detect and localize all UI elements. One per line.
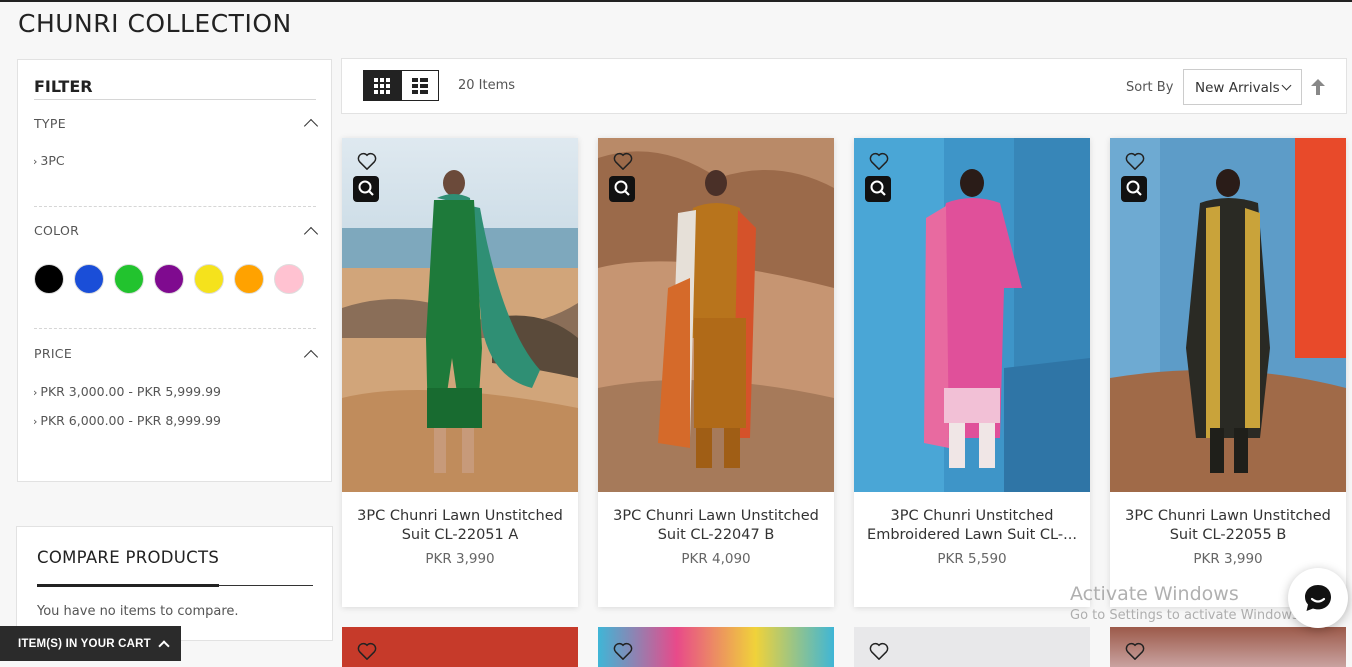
quick-view-icon[interactable] xyxy=(608,175,636,203)
heart-icon[interactable] xyxy=(613,152,633,170)
cart-bar[interactable]: ITEM(S) IN YOUR CART xyxy=(0,626,181,661)
product-card[interactable] xyxy=(342,627,578,667)
quick-view-icon[interactable] xyxy=(864,175,892,203)
chat-button[interactable] xyxy=(1288,568,1348,628)
product-name[interactable]: 3PC Chunri Unstitched Embroidered Lawn S… xyxy=(866,507,1078,545)
filter-option-label: 3PC xyxy=(40,153,65,168)
swatch-pink[interactable] xyxy=(274,264,304,294)
os-watermark-title: Activate Windows xyxy=(1070,583,1239,605)
heart-icon[interactable] xyxy=(1125,152,1145,170)
product-name[interactable]: 3PC Chunri Lawn Unstitched Suit CL-22047… xyxy=(610,507,822,545)
chevron-up-icon xyxy=(158,639,170,652)
product-name-line: 3PC Chunri Lawn Unstitched xyxy=(357,508,563,524)
heart-icon[interactable] xyxy=(869,642,889,660)
items-count: 20 Items xyxy=(458,78,516,93)
product-card[interactable] xyxy=(1110,627,1346,667)
product-name[interactable]: 3PC Chunri Lawn Unstitched Suit CL-22055… xyxy=(1122,507,1334,545)
heart-icon[interactable] xyxy=(357,642,377,660)
grid-view-button[interactable] xyxy=(363,70,401,101)
product-card[interactable]: 3PC Chunri Unstitched Embroidered Lawn S… xyxy=(854,138,1090,607)
product-card[interactable]: 3PC Chunri Lawn Unstitched Suit CL-22051… xyxy=(342,138,578,607)
list-view-button[interactable] xyxy=(401,70,439,101)
product-price: PKR 3,990 xyxy=(1193,551,1263,567)
heart-icon[interactable] xyxy=(613,642,633,660)
chevron-right-icon: › xyxy=(33,415,38,428)
cart-label: ITEM(S) IN YOUR CART xyxy=(18,637,151,650)
sort-by-label: Sort By xyxy=(1126,80,1174,95)
top-border xyxy=(0,0,1352,2)
page-title: CHUNRI COLLECTION xyxy=(18,9,292,38)
divider xyxy=(34,206,316,207)
toolbar: 20 Items Sort By New Arrivals xyxy=(341,58,1347,114)
quick-view-icon[interactable] xyxy=(1120,175,1148,203)
product-name-line: 3PC Chunri Lawn Unstitched xyxy=(1125,508,1331,524)
grid-icon xyxy=(374,77,390,94)
filter-color-title[interactable]: COLOR xyxy=(34,223,79,238)
product-price: PKR 5,590 xyxy=(937,551,1007,567)
heart-icon[interactable] xyxy=(1125,642,1145,660)
product-name[interactable]: 3PC Chunri Lawn Unstitched Suit CL-22051… xyxy=(354,507,566,545)
color-swatches xyxy=(34,264,304,294)
filter-panel: FILTER TYPE › 3PC COLOR PRICE › PKR 3,000.… xyxy=(17,59,332,482)
filter-type-title[interactable]: TYPE xyxy=(34,116,66,131)
divider-accent xyxy=(37,584,219,587)
product-price: PKR 3,990 xyxy=(425,551,495,567)
product-name-line: 3PC Chunri Unstitched xyxy=(890,508,1054,524)
swatch-purple[interactable] xyxy=(154,264,184,294)
os-watermark-text: Go to Settings to activate Windows. xyxy=(1070,608,1303,623)
sort-direction-icon[interactable] xyxy=(1311,79,1325,95)
swatch-black[interactable] xyxy=(34,264,64,294)
swatch-blue[interactable] xyxy=(74,264,104,294)
product-name-line: Suit CL-22047 B xyxy=(657,527,775,543)
filter-option-label: PKR 3,000.00 - PKR 5,999.99 xyxy=(40,384,221,399)
product-card[interactable] xyxy=(598,627,834,667)
chevron-up-icon[interactable] xyxy=(303,226,319,242)
filter-option-3pc[interactable]: › 3PC xyxy=(33,153,65,168)
chevron-right-icon: › xyxy=(33,386,38,399)
product-name-line: 3PC Chunri Lawn Unstitched xyxy=(613,508,819,524)
compare-products-panel: COMPARE PRODUCTS You have no items to co… xyxy=(16,526,333,641)
chevron-down-icon xyxy=(1281,80,1292,91)
chevron-right-icon: › xyxy=(33,155,38,168)
list-icon xyxy=(412,77,428,94)
product-name-line: Embroidered Lawn Suit CL-... xyxy=(867,527,1077,543)
filter-price-title[interactable]: PRICE xyxy=(34,346,72,361)
filter-option-price-1[interactable]: › PKR 3,000.00 - PKR 5,999.99 xyxy=(33,384,221,399)
swatch-yellow[interactable] xyxy=(194,264,224,294)
chevron-up-icon[interactable] xyxy=(303,118,319,134)
sort-select-value: New Arrivals xyxy=(1195,80,1280,96)
filter-option-label: PKR 6,000.00 - PKR 8,999.99 xyxy=(40,413,221,428)
compare-title: COMPARE PRODUCTS xyxy=(37,548,220,567)
compare-empty-text: You have no items to compare. xyxy=(37,604,239,619)
swatch-orange[interactable] xyxy=(234,264,264,294)
swatch-green[interactable] xyxy=(114,264,144,294)
product-name-line: Suit CL-22055 B xyxy=(1169,527,1287,543)
quick-view-icon[interactable] xyxy=(352,175,380,203)
chat-bubble-icon xyxy=(1305,585,1331,611)
divider xyxy=(34,328,316,329)
filter-title: FILTER xyxy=(34,77,316,100)
heart-icon[interactable] xyxy=(869,152,889,170)
product-name-line: Suit CL-22051 A xyxy=(401,527,519,543)
heart-icon[interactable] xyxy=(357,152,377,170)
product-price: PKR 4,090 xyxy=(681,551,751,567)
chevron-up-icon[interactable] xyxy=(303,349,319,365)
product-card[interactable] xyxy=(854,627,1090,667)
product-card[interactable]: 3PC Chunri Lawn Unstitched Suit CL-22047… xyxy=(598,138,834,607)
sort-select[interactable]: New Arrivals xyxy=(1183,69,1302,105)
product-card[interactable]: 3PC Chunri Lawn Unstitched Suit CL-22055… xyxy=(1110,138,1346,607)
filter-option-price-2[interactable]: › PKR 6,000.00 - PKR 8,999.99 xyxy=(33,413,221,428)
